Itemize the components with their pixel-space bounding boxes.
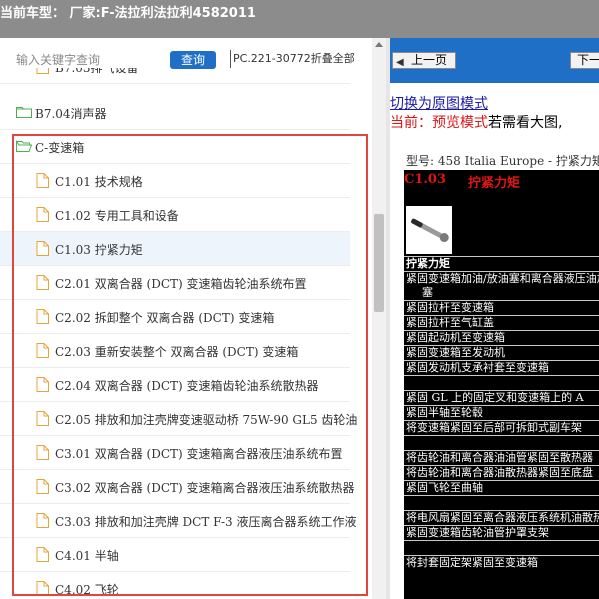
table-row: 紧固发动机支承衬套至变速箱 bbox=[404, 360, 599, 375]
table-row: 将齿轮油和离合器油散热器紧固至底盘 bbox=[404, 465, 599, 480]
tree-item-label: C2.03 重新安装整个 双离合器 (DCT) 变速箱 bbox=[55, 345, 299, 359]
tree-item[interactable]: C4.02 飞轮 bbox=[0, 572, 350, 599]
file-icon bbox=[36, 207, 49, 222]
file-icon bbox=[36, 411, 49, 426]
tree-item[interactable]: C2.05 排放和加注壳牌变速驱动桥 75W-90 GL5 齿轮油 bbox=[0, 402, 357, 436]
left-scrollbar[interactable] bbox=[372, 38, 386, 599]
tree-item-label: C2.04 双离合器 (DCT) 变速箱齿轮油系统散热器 bbox=[55, 379, 319, 393]
tree-item[interactable]: C4.01 半轴 bbox=[0, 538, 350, 572]
prev-page-button[interactable]: ◀ 上一页 bbox=[392, 52, 456, 69]
tree-item[interactable]: B7.04消声器 bbox=[0, 96, 350, 130]
tree-item[interactable]: C3.03 排放和加注壳牌 DCT F-3 液压离合器系统工作液 bbox=[0, 504, 356, 538]
torque-wrench-image bbox=[406, 206, 452, 254]
next-page-button[interactable]: 下一 bbox=[570, 52, 599, 69]
tree-item[interactable]: C1.02 专用工具和设备 bbox=[0, 198, 350, 232]
tree-item-label: C2.01 双离合器 (DCT) 变速箱齿轮油系统布置 bbox=[55, 277, 307, 291]
page-nav-bar: ◀ 上一页 下一 bbox=[390, 38, 599, 83]
table-row: 将变速箱紧固至后部可拆卸式副车架 bbox=[404, 420, 599, 435]
folder-open-icon bbox=[16, 139, 32, 152]
file-icon bbox=[36, 513, 49, 528]
left-panel: 查询 PC.221-30772折叠全部 B7.03排气设备 B7.04消声器 C… bbox=[0, 38, 372, 599]
file-icon bbox=[36, 68, 49, 74]
document-tree: B7.03排气设备 B7.04消声器 C-变速箱 C1.01 技术规格 C1.0… bbox=[0, 68, 372, 599]
search-input[interactable] bbox=[16, 50, 166, 70]
file-icon bbox=[36, 241, 49, 256]
file-icon bbox=[36, 377, 49, 392]
file-icon bbox=[36, 343, 49, 358]
tree-item-label: C-变速箱 bbox=[35, 141, 85, 155]
file-icon bbox=[36, 547, 49, 562]
scroll-thumb[interactable] bbox=[374, 214, 384, 312]
current-mode: 当前：预览模式若需看大图, bbox=[390, 112, 562, 132]
tree-item[interactable]: C-变速箱 bbox=[0, 130, 350, 164]
document-preview: C1.03 拧紧力矩 拧紧力矩 紧固变速箱加油/放油塞和离合器液压油加 塞 紧固… bbox=[404, 170, 599, 599]
tree-item[interactable]: C2.02 拆卸整个 双离合器 (DCT) 变速箱 bbox=[0, 300, 350, 334]
folder-icon bbox=[16, 107, 32, 118]
tree-item-label: C1.01 技术规格 bbox=[55, 175, 143, 189]
tree-item[interactable]: C2.01 双离合器 (DCT) 变速箱齿轮油系统布置 bbox=[0, 266, 350, 300]
window-title: 当前车型： 厂家:F-法拉利法拉利4582011 bbox=[0, 6, 256, 21]
table-header: 拧紧力矩 bbox=[404, 256, 599, 271]
file-icon bbox=[36, 275, 49, 290]
separator bbox=[230, 50, 231, 68]
table-row bbox=[404, 495, 599, 510]
tree-item[interactable]: C1.01 技术规格 bbox=[0, 164, 350, 198]
current-mode-hint: 若需看大图, bbox=[488, 115, 563, 131]
table-row: 紧固半轴至轮毂 bbox=[404, 405, 599, 420]
torque-table: 拧紧力矩 紧固变速箱加油/放油塞和离合器液压油加 塞 紧固拉杆至变速箱 紧固拉杆… bbox=[404, 256, 599, 570]
tree-item-label: C3.03 排放和加注壳牌 DCT F-3 液压离合器系统工作液 bbox=[55, 515, 357, 529]
table-row: 塞 bbox=[422, 286, 433, 299]
tree-item-label: C2.05 排放和加注壳牌变速驱动桥 75W-90 GL5 齿轮油 bbox=[55, 413, 358, 427]
scroll-up-arrow-icon[interactable] bbox=[375, 42, 383, 47]
tree-item-label: B7.04消声器 bbox=[35, 107, 107, 121]
tree-item[interactable]: C2.03 重新安装整个 双离合器 (DCT) 变速箱 bbox=[0, 334, 350, 368]
title-bar: 当前车型： 厂家:F-法拉利法拉利4582011 bbox=[0, 0, 599, 38]
tree-item[interactable]: C3.01 双离合器 (DCT) 变速箱离合器液压油系统布置 bbox=[0, 436, 350, 470]
tree-item[interactable]: C3.02 双离合器 (DCT) 变速箱离合器液压油系统散热器 bbox=[0, 470, 355, 504]
torque-wrench-icon bbox=[411, 218, 449, 243]
table-row: 将电风扇紧固至离合器液压系统机油散热器 bbox=[404, 510, 599, 524]
tree-item-selected[interactable]: C1.03 拧紧力矩 bbox=[0, 232, 350, 266]
table-row: 紧固拉杆至气缸盖 bbox=[404, 315, 599, 330]
tree-item-label: B7.03排气设备 bbox=[55, 68, 139, 75]
table-row: 紧固变速箱齿轮油管护罩支架 bbox=[404, 525, 599, 540]
tree-item-label: C1.03 拧紧力矩 bbox=[55, 243, 143, 257]
file-icon bbox=[36, 479, 49, 494]
arrow-left-icon: ◀ bbox=[396, 57, 404, 68]
table-row: 紧固变速箱至发动机 bbox=[404, 345, 599, 360]
doc-code: C1.03 bbox=[404, 172, 447, 187]
table-row bbox=[404, 375, 599, 390]
file-icon bbox=[36, 445, 49, 460]
table-row: 紧固 GL 上的固定叉和变速箱上的 A bbox=[404, 390, 599, 405]
table-row: 紧固起动机至变速箱 bbox=[404, 330, 599, 345]
tree-item-label: C3.02 双离合器 (DCT) 变速箱离合器液压油系统散热器 bbox=[55, 481, 355, 495]
table-row: 紧固变速箱加油/放油塞和离合器液压油加 bbox=[404, 271, 599, 285]
model-line: 型号: 458 Italia Europe - 拧紧力矩 bbox=[406, 154, 599, 168]
switch-original-link[interactable]: 切换为原图模式 bbox=[390, 93, 488, 113]
tree-item-label: C4.02 飞轮 bbox=[55, 583, 119, 597]
table-row: 紧固拉杆至变速箱 bbox=[404, 300, 599, 315]
table-row: 将封套固定架紧固至变速箱 bbox=[404, 555, 599, 570]
table-row: 紧固飞轮至曲轴 bbox=[404, 480, 599, 495]
file-icon bbox=[36, 581, 49, 596]
table-row bbox=[404, 435, 599, 450]
file-icon bbox=[36, 173, 49, 188]
table-row: 将齿轮油和离合器油油管紧固至散热器 bbox=[404, 450, 599, 465]
tree-item-label: C1.02 专用工具和设备 bbox=[55, 209, 179, 223]
tree-item[interactable]: C2.04 双离合器 (DCT) 变速箱齿轮油系统散热器 bbox=[0, 368, 350, 402]
collapse-all-link[interactable]: PC.221-30772折叠全部 bbox=[233, 50, 355, 66]
tree-item-label: C4.01 半轴 bbox=[55, 549, 119, 563]
viewer-panel: ◀ 上一页 下一 切换为原图模式 当前：预览模式若需看大图, 型号: 458 I… bbox=[390, 38, 599, 599]
tree-item[interactable]: B7.03排气设备 bbox=[0, 68, 350, 84]
current-mode-label: 当前：预览模式 bbox=[390, 115, 488, 131]
file-icon bbox=[36, 309, 49, 324]
tree-item-label: C3.01 双离合器 (DCT) 变速箱离合器液压油系统布置 bbox=[55, 447, 343, 461]
table-row bbox=[404, 540, 599, 555]
tree-item-label: C2.02 拆卸整个 双离合器 (DCT) 变速箱 bbox=[55, 311, 275, 325]
doc-title: 拧紧力矩 bbox=[468, 176, 521, 191]
query-button[interactable]: 查询 bbox=[170, 51, 216, 69]
